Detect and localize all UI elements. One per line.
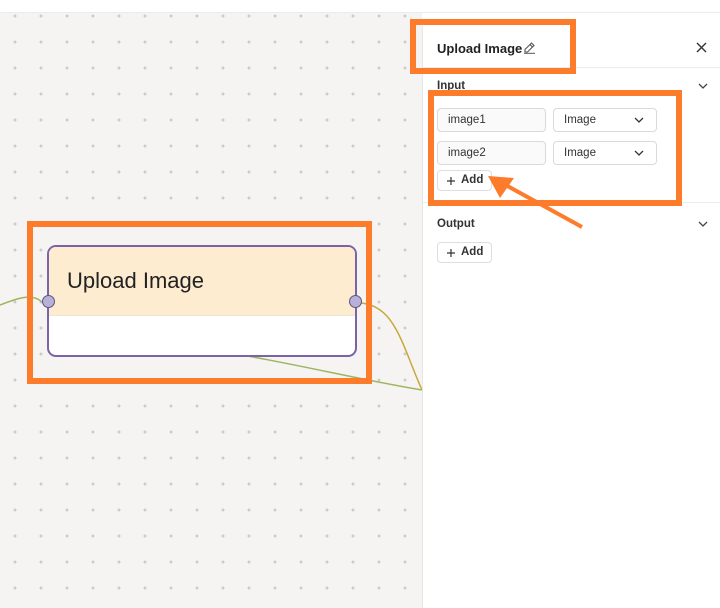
chevron-down-icon[interactable] — [698, 221, 708, 228]
close-icon[interactable] — [696, 42, 707, 53]
annotation-arrow — [488, 176, 583, 229]
highlight-panel-title — [410, 19, 576, 74]
plus-icon — [447, 248, 455, 257]
chevron-down-icon[interactable] — [698, 83, 708, 90]
highlight-node — [27, 221, 372, 384]
add-output-button[interactable]: Add — [437, 242, 493, 263]
output-section-label: Output — [437, 218, 475, 230]
add-output-label: Add — [461, 246, 484, 258]
